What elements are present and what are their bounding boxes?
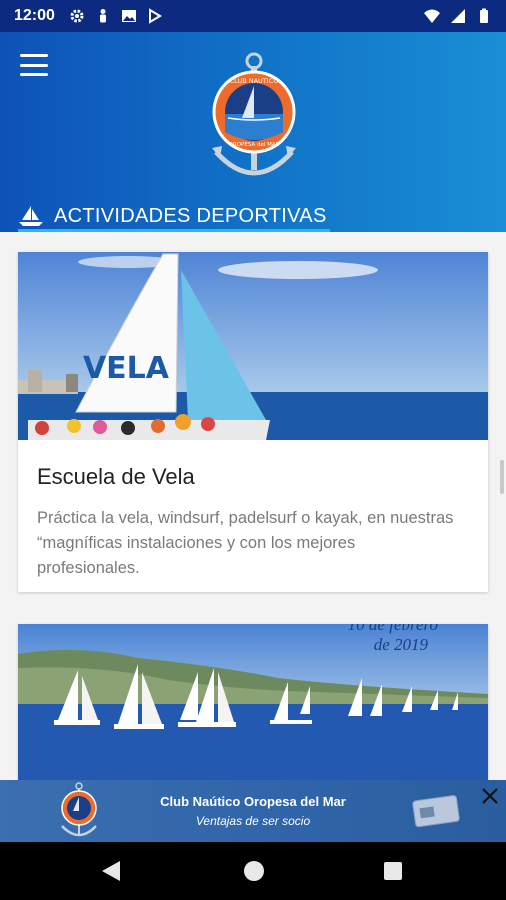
regata-date-line2: de 2019 <box>374 635 429 654</box>
system-nav-bar <box>0 842 506 900</box>
status-time: 12:00 <box>14 7 55 24</box>
close-icon[interactable] <box>478 784 502 808</box>
wifi-icon <box>424 9 440 23</box>
card-title: Escuela de Vela <box>37 464 195 489</box>
banner-club-logo <box>61 782 97 837</box>
logo-bottom-text: OROPESA del MAR <box>229 142 280 148</box>
regata-date-line1: 10 de febrero <box>348 624 438 634</box>
home-icon[interactable] <box>244 861 264 881</box>
recents-icon[interactable] <box>384 862 402 880</box>
activity-card[interactable]: VELA Escuela de Vela Práctica la vela, w… <box>18 252 504 592</box>
member-card-icon <box>412 795 460 828</box>
section-title: ACTIVIDADES DEPORTIVAS <box>54 204 327 227</box>
vela-text: VELA <box>83 351 170 386</box>
card-image-vela: VELA <box>18 252 488 440</box>
app-header: CLUB NAUTICO OROPESA del MAR ACTIVIDADES… <box>0 32 506 233</box>
sailboat-icon <box>19 206 43 226</box>
back-icon[interactable] <box>100 859 122 883</box>
hamburger-menu-icon[interactable] <box>20 54 48 76</box>
activity-card[interactable]: 10 de febrero de 2019 <box>18 624 488 780</box>
promo-banner[interactable]: Club Naútico Oropesa del Mar Ventajas de… <box>0 780 506 842</box>
play-store-icon <box>148 8 162 24</box>
logo-top-text: CLUB NAUTICO <box>230 77 279 85</box>
signal-icon <box>451 9 465 23</box>
battery-icon <box>480 8 488 23</box>
gear-icon <box>70 9 84 23</box>
person-icon <box>99 9 106 23</box>
club-logo: CLUB NAUTICO OROPESA del MAR <box>212 52 296 176</box>
scrollbar-thumb[interactable] <box>500 460 504 494</box>
activities-list[interactable]: VELA Escuela de Vela Práctica la vela, w… <box>0 232 506 780</box>
status-bar: 12:00 <box>0 0 506 32</box>
section-header: ACTIVIDADES DEPORTIVAS <box>18 200 327 232</box>
image-icon <box>121 10 136 22</box>
card-description: Práctica la vela, windsurf, padelsurf o … <box>37 509 454 577</box>
card-image-regata: 10 de febrero de 2019 <box>18 624 488 780</box>
